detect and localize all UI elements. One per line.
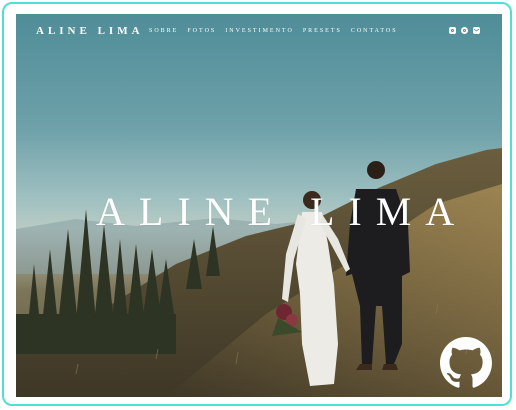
social-links: [449, 27, 480, 34]
nav-item-fotos[interactable]: FOTOS: [187, 28, 216, 34]
email-icon[interactable]: [473, 27, 480, 34]
nav-item-investimento[interactable]: INVESTIMENTO: [225, 28, 294, 34]
top-navigation: ALINE LIMA SOBRE FOTOS INVESTIMENTO PRES…: [16, 14, 502, 48]
whatsapp-icon[interactable]: [461, 27, 468, 34]
nav-item-contatos[interactable]: CONTATOS: [351, 28, 398, 34]
nav-menu: SOBRE FOTOS INVESTIMENTO PRESETS CONTATO…: [149, 28, 398, 34]
site-logo[interactable]: ALINE LIMA: [36, 25, 144, 37]
instagram-icon[interactable]: [449, 27, 456, 34]
nav-item-presets[interactable]: PRESETS: [303, 28, 342, 34]
github-icon[interactable]: [440, 337, 492, 389]
hero-title: ALINE LIMA: [96, 189, 469, 234]
hero-banner: ALINE LIMA SOBRE FOTOS INVESTIMENTO PRES…: [16, 14, 502, 397]
nav-item-sobre[interactable]: SOBRE: [149, 28, 178, 34]
